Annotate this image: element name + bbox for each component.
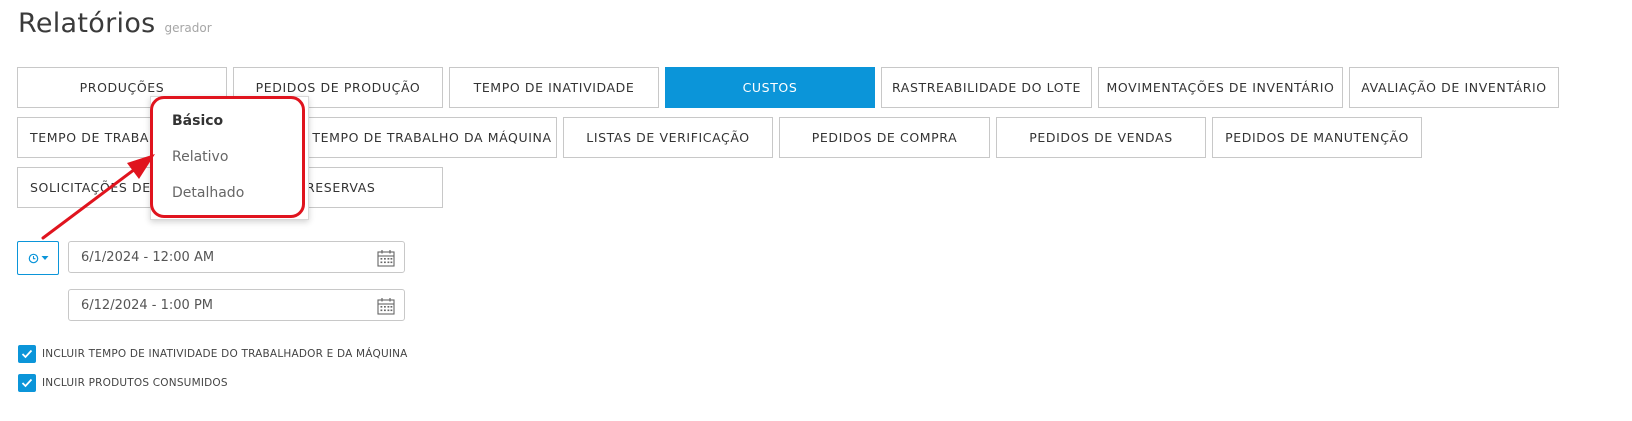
- annotation-arrow: [41, 154, 155, 240]
